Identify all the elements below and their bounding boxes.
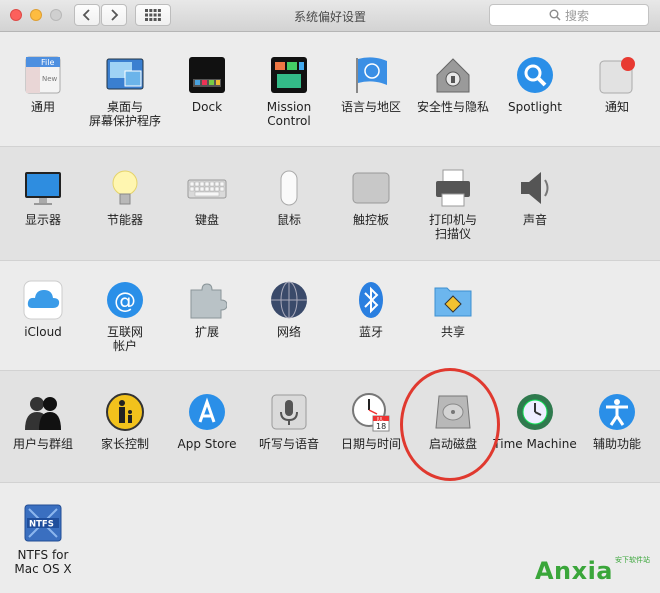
svg-text:NTFS: NTFS bbox=[29, 520, 54, 530]
sharing-icon bbox=[434, 287, 472, 317]
pane-accessibility[interactable]: 辅助功能 bbox=[576, 392, 658, 451]
accessibility-icon bbox=[599, 394, 635, 430]
watermark-sub: 安下软件站 bbox=[615, 556, 650, 564]
pane-sound[interactable]: 声音 bbox=[494, 168, 576, 227]
pane-spotlight[interactable]: Spotlight bbox=[494, 55, 576, 114]
time-machine-icon bbox=[517, 394, 553, 430]
minimize-window-button[interactable] bbox=[30, 9, 42, 21]
grid-icon bbox=[145, 9, 161, 21]
window-titlebar: 系统偏好设置 搜索 bbox=[0, 0, 660, 32]
search-field[interactable]: 搜索 bbox=[489, 4, 649, 26]
keyboard-icon bbox=[187, 179, 227, 199]
pane-label: NTFS for Mac OS X bbox=[14, 548, 72, 576]
svg-text:@: @ bbox=[114, 289, 136, 314]
pane-dictation[interactable]: 听写与语音 bbox=[248, 392, 330, 451]
internet-accounts-icon: @ bbox=[107, 282, 143, 318]
search-placeholder: 搜索 bbox=[564, 8, 589, 23]
pane-label: 声音 bbox=[522, 213, 547, 227]
language-region-icon bbox=[356, 57, 387, 93]
show-all-button[interactable] bbox=[135, 4, 171, 26]
date-time-icon: JUL 18 bbox=[352, 393, 390, 432]
pane-ntfs[interactable]: NTFS NTFS for Mac OS X bbox=[2, 503, 84, 576]
pane-dock[interactable]: Dock bbox=[166, 55, 248, 114]
general-icon: File New bbox=[25, 56, 61, 94]
chevron-left-icon bbox=[82, 9, 90, 21]
parental-controls-icon bbox=[106, 393, 144, 431]
startup-disk-icon bbox=[435, 395, 471, 429]
pane-security[interactable]: 安全性与隐私 bbox=[412, 55, 494, 114]
ntfs-icon: NTFS bbox=[24, 504, 62, 542]
sound-icon bbox=[521, 172, 549, 204]
icloud-icon bbox=[23, 280, 63, 320]
pane-network[interactable]: 网络 bbox=[248, 280, 330, 339]
mission-control-icon bbox=[271, 57, 307, 93]
extensions-icon bbox=[190, 283, 227, 319]
pane-users[interactable]: 用户与群组 bbox=[2, 392, 84, 451]
users-groups-icon bbox=[25, 397, 61, 430]
zoom-window-button[interactable] bbox=[50, 9, 62, 21]
mouse-icon bbox=[280, 170, 298, 206]
bluetooth-icon bbox=[359, 282, 383, 318]
app-store-icon bbox=[189, 394, 225, 430]
pane-internet-accounts[interactable]: @ 互联网 帐户 bbox=[84, 280, 166, 353]
network-icon bbox=[271, 281, 307, 319]
desktop-screensaver-icon bbox=[106, 58, 144, 90]
watermark: Anxia 安下软件站 bbox=[535, 555, 650, 585]
pane-general[interactable]: File New 通用 bbox=[2, 55, 84, 114]
pane-printers[interactable]: 打印机与 扫描仪 bbox=[412, 168, 494, 241]
trackpad-icon bbox=[352, 172, 390, 204]
forward-button[interactable] bbox=[101, 4, 127, 26]
pane-parental[interactable]: 家长控制 bbox=[84, 392, 166, 451]
pane-language[interactable]: 语言与地区 bbox=[330, 55, 412, 114]
pane-label: 通知 bbox=[604, 100, 629, 114]
close-window-button[interactable] bbox=[10, 9, 22, 21]
displays-icon bbox=[25, 172, 61, 205]
pane-bluetooth[interactable]: 蓝牙 bbox=[330, 280, 412, 339]
printer-scanner-icon bbox=[436, 169, 470, 207]
search-icon bbox=[549, 9, 561, 21]
chevron-right-icon bbox=[111, 9, 119, 21]
spotlight-icon bbox=[517, 57, 553, 93]
pane-appstore[interactable]: App Store bbox=[166, 392, 248, 451]
pane-sharing[interactable]: 共享 bbox=[412, 280, 494, 339]
pane-extensions[interactable]: 扩展 bbox=[166, 280, 248, 339]
pane-trackpad[interactable]: 触控板 bbox=[330, 168, 412, 227]
pane-label: 辅助功能 bbox=[592, 437, 641, 451]
pane-keyboard[interactable]: 键盘 bbox=[166, 168, 248, 227]
pane-notifications[interactable]: 通知 bbox=[576, 55, 658, 114]
dock-icon bbox=[189, 57, 225, 93]
pane-mission-control[interactable]: Mission Control bbox=[248, 55, 330, 128]
pane-icloud[interactable]: iCloud bbox=[2, 280, 84, 339]
pane-mouse[interactable]: 鼠标 bbox=[248, 168, 330, 227]
dictation-speech-icon bbox=[271, 394, 307, 430]
pane-label: 共享 bbox=[440, 325, 465, 339]
pane-datetime[interactable]: JUL 18 日期与时间 bbox=[330, 392, 412, 451]
svg-text:JUL: JUL bbox=[376, 417, 384, 422]
back-button[interactable] bbox=[74, 4, 100, 26]
notifications-icon bbox=[599, 57, 635, 94]
security-privacy-icon bbox=[436, 58, 470, 93]
pane-time-machine[interactable]: Time Machine bbox=[493, 392, 577, 451]
pane-startup-disk[interactable]: 启动磁盘 bbox=[412, 392, 494, 451]
energy-saver-icon bbox=[112, 170, 138, 205]
pane-displays[interactable]: 显示器 bbox=[2, 168, 84, 227]
pane-energy[interactable]: 节能器 bbox=[84, 168, 166, 227]
pane-desktop[interactable]: 桌面与 屏幕保护程序 bbox=[84, 55, 166, 128]
svg-text:18: 18 bbox=[376, 422, 386, 431]
svg-text:New: New bbox=[42, 75, 58, 83]
svg-text:File: File bbox=[41, 58, 54, 67]
watermark-brand: Anxia bbox=[534, 557, 613, 585]
